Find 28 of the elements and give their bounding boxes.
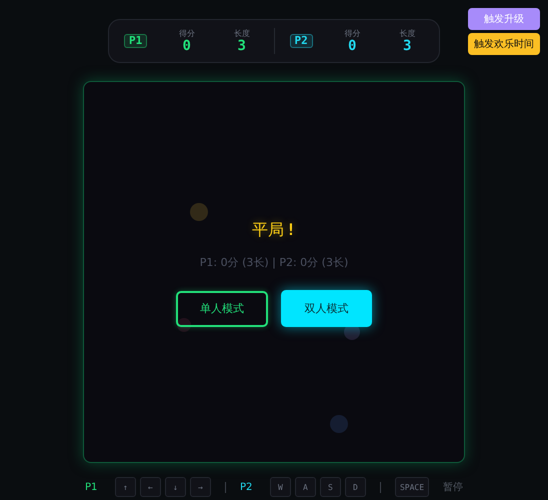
key-cap: A <box>294 477 316 497</box>
player-label: P2 <box>240 482 254 492</box>
key-cap: W <box>270 477 291 497</box>
stat-value: 0 <box>348 38 356 54</box>
player-tag: P2 <box>290 34 313 48</box>
key-cap: → <box>190 477 211 497</box>
player-tag: P1 <box>124 34 148 48</box>
stat-label: 得分 <box>178 28 195 38</box>
key-cap: ← <box>140 477 161 497</box>
stat-value: 3 <box>403 38 412 54</box>
mode-button[interactable]: 双人模式 <box>281 290 372 327</box>
mode-button[interactable]: 单人模式 <box>176 290 268 326</box>
exclamation-mark: ! <box>286 220 296 239</box>
stat-label: 长度 <box>234 28 250 38</box>
stat-label: 得分 <box>344 28 360 38</box>
result-title: 平局 <box>252 220 284 241</box>
stat-value: 3 <box>238 38 246 54</box>
key-hint: 暂停 <box>443 480 464 494</box>
key-cap: D <box>344 477 366 497</box>
key-cap: SPACE <box>394 477 430 497</box>
key-cap: ↓ <box>164 477 186 497</box>
stat-label: 长度 <box>399 28 416 38</box>
key-cap: S <box>320 477 341 497</box>
score-summary: P1: 0分 (3长) | P2: 0分 (3长) <box>200 255 348 270</box>
trigger-button[interactable]: 触发欢乐时间 <box>468 33 540 55</box>
stat-value: 0 <box>182 38 191 54</box>
player-label: P1 <box>84 482 98 492</box>
key-cap: ↑ <box>114 477 136 497</box>
